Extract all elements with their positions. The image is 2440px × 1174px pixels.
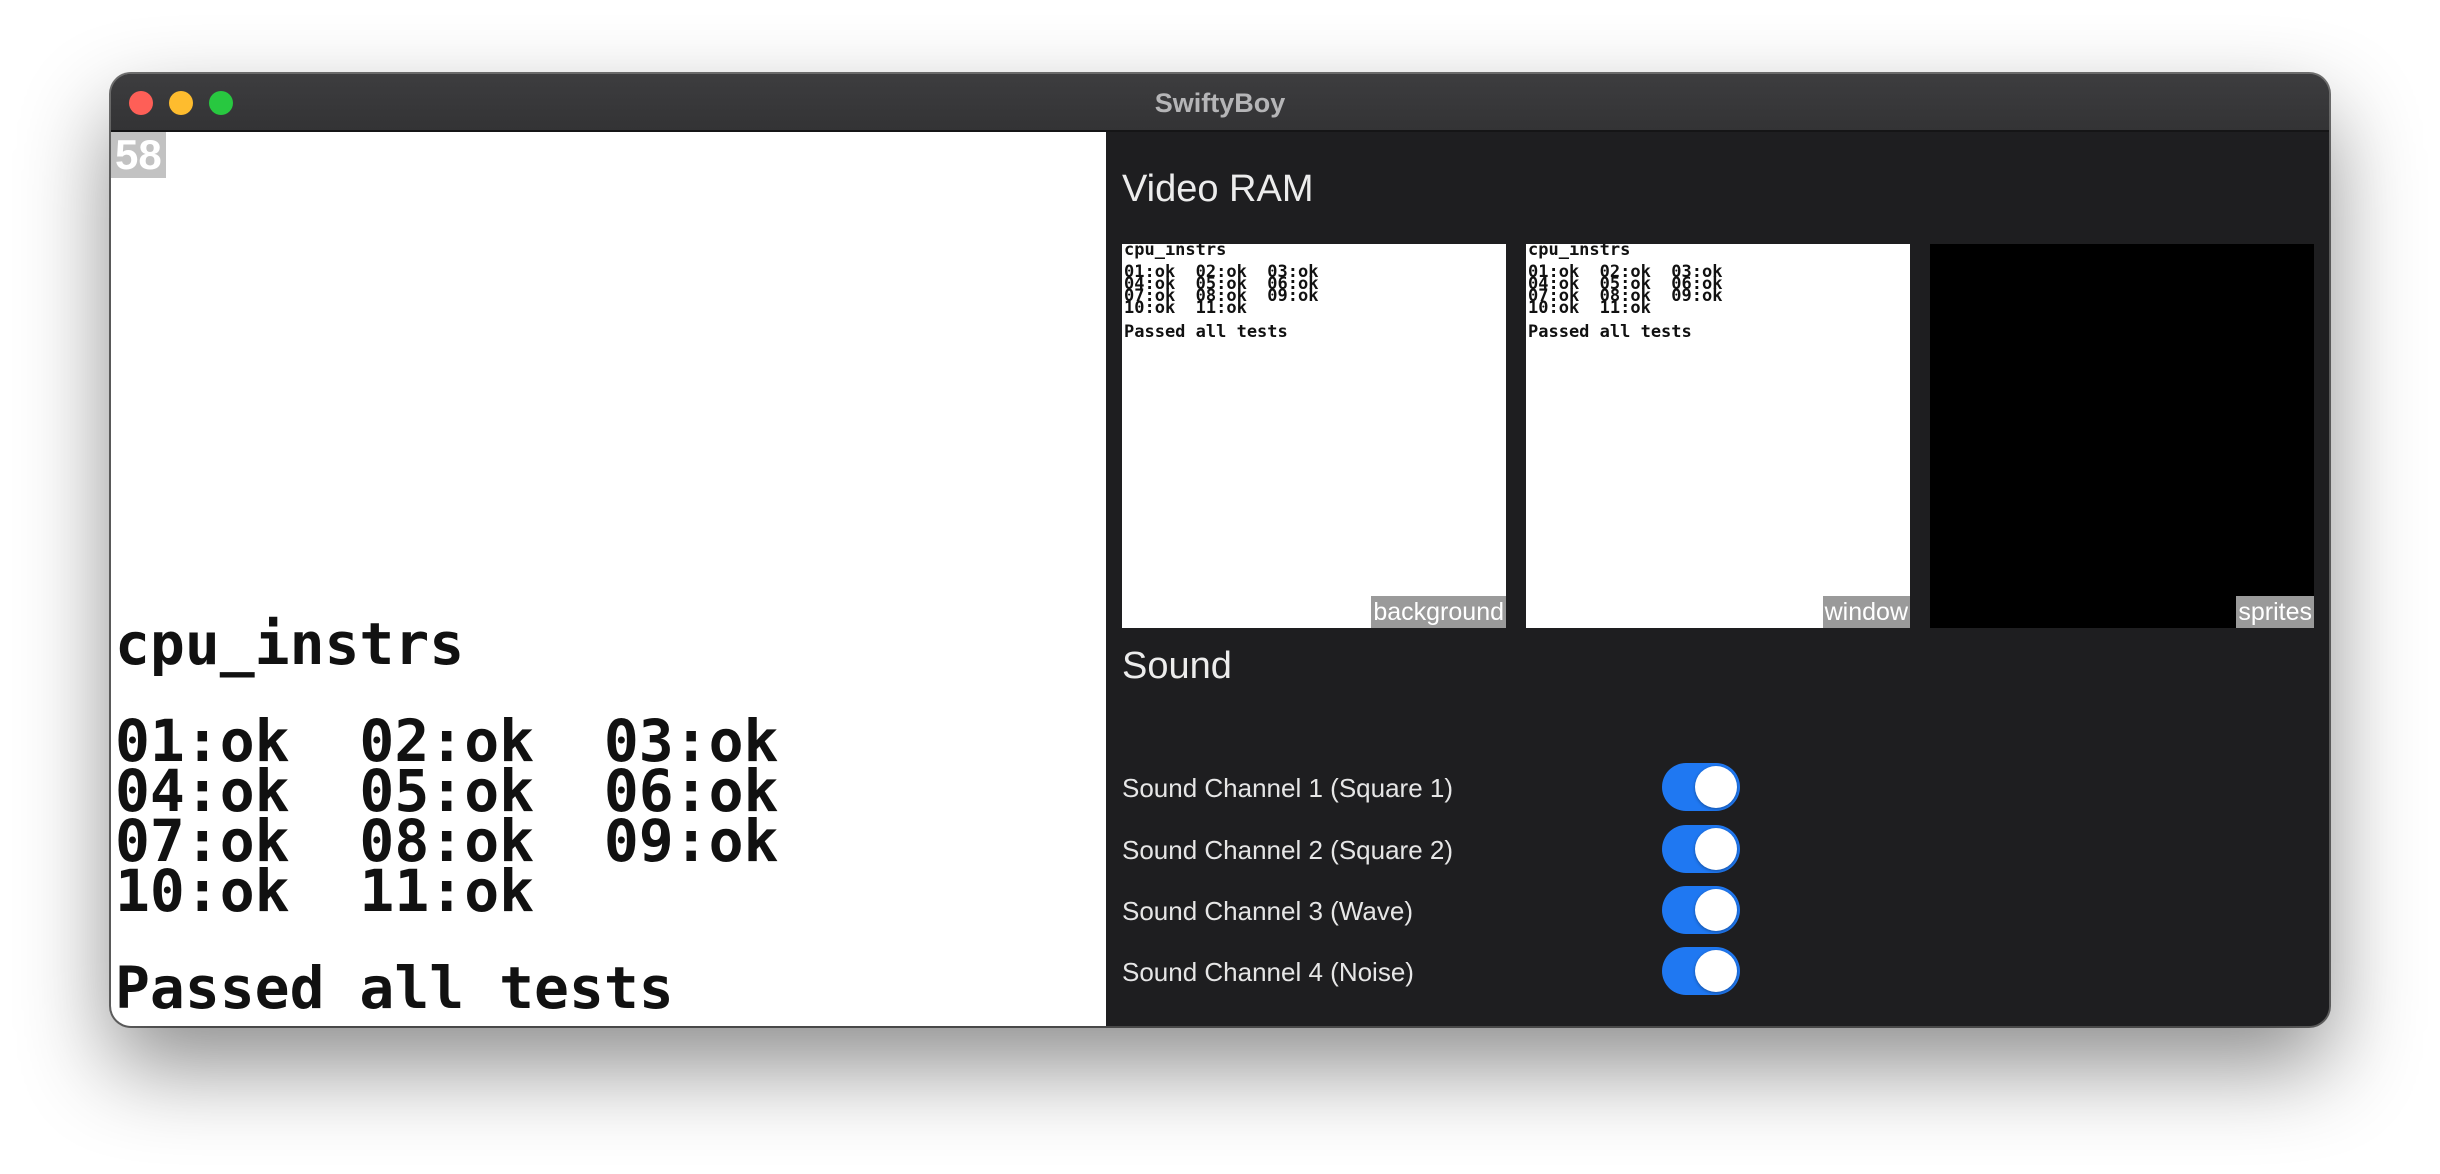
screen-test-results: 01:ok 02:ok 03:ok 04:ok 05:ok 06:ok 07:o…: [115, 707, 779, 925]
sound-channel-2-toggle[interactable]: [1662, 825, 1740, 873]
screen-test-title: cpu_instrs: [115, 610, 465, 678]
vram-win-status: Passed all tests: [1528, 322, 1692, 342]
vram-win-results: 01:ok 02:ok 03:ok 04:ok 05:ok 06:ok 07:o…: [1528, 262, 1723, 318]
vram-sprites-view: sprites: [1930, 244, 2314, 628]
title-bar[interactable]: SwiftyBoy: [111, 74, 2329, 132]
toggle-knob: [1695, 828, 1737, 870]
sound-channel-1-row: Sound Channel 1 (Square 1): [1122, 763, 1762, 813]
vram-window-view: cpu_instrs 01:ok 02:ok 03:ok 04:ok 05:ok…: [1526, 244, 1910, 628]
video-ram-heading: Video RAM: [1122, 168, 1314, 210]
sound-channel-4-toggle[interactable]: [1662, 947, 1740, 995]
sound-heading: Sound: [1122, 645, 1232, 687]
debug-panel: Video RAM cpu_instrs 01:ok 02:ok 03:ok 0…: [1106, 132, 2329, 1026]
vram-window-label: window: [1822, 596, 1910, 628]
toggle-knob: [1695, 950, 1737, 992]
sound-channel-4-label: Sound Channel 4 (Noise): [1122, 957, 1414, 987]
sound-channel-1-label: Sound Channel 1 (Square 1): [1122, 773, 1454, 803]
vram-sprites-label: sprites: [2236, 596, 2314, 628]
vram-bg-status: Passed all tests: [1124, 322, 1288, 342]
game-screen[interactable]: 58 cpu_instrs 01:ok 02:ok 03:ok 04:ok 05…: [111, 132, 1106, 1026]
vram-background-view: cpu_instrs 01:ok 02:ok 03:ok 04:ok 05:ok…: [1122, 244, 1506, 628]
vram-bg-results: 01:ok 02:ok 03:ok 04:ok 05:ok 06:ok 07:o…: [1124, 262, 1319, 318]
vram-background-label: background: [1371, 596, 1506, 628]
window-title: SwiftyBoy: [1154, 88, 1286, 118]
vram-win-title: cpu_instrs: [1528, 244, 1631, 260]
sound-channel-2-label: Sound Channel 2 (Square 2): [1122, 835, 1454, 865]
sound-channel-3-row: Sound Channel 3 (Wave): [1122, 886, 1762, 936]
sound-channel-3-label: Sound Channel 3 (Wave): [1122, 896, 1413, 926]
screen-test-status: Passed all tests: [115, 954, 674, 1022]
sound-channel-1-toggle[interactable]: [1662, 763, 1740, 811]
toggle-knob: [1695, 889, 1737, 931]
fps-counter: 58: [111, 132, 166, 178]
sound-channel-4-row: Sound Channel 4 (Noise): [1122, 947, 1762, 997]
sound-channel-2-row: Sound Channel 2 (Square 2): [1122, 825, 1762, 875]
sound-channel-3-toggle[interactable]: [1662, 886, 1740, 934]
app-window: SwiftyBoy 58 cpu_instrs 01:ok 02:ok 03:o…: [111, 74, 2329, 1026]
vram-bg-title: cpu_instrs: [1124, 244, 1227, 260]
toggle-knob: [1695, 766, 1737, 808]
